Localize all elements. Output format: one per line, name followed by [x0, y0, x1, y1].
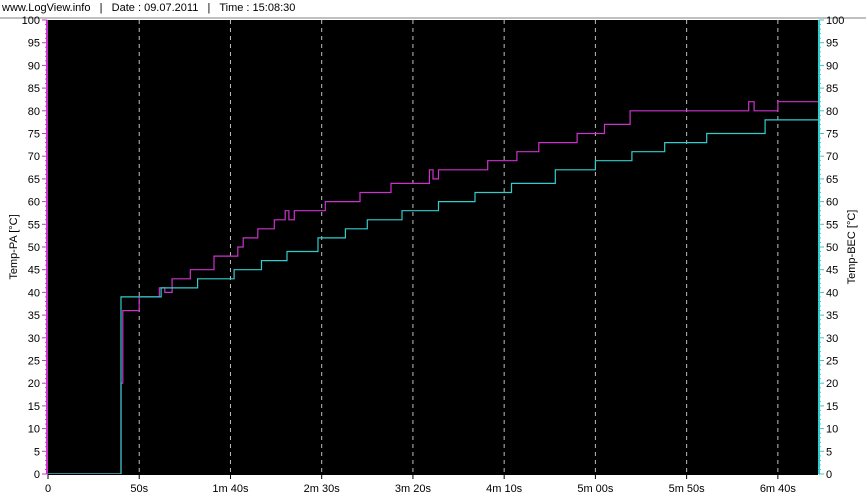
left-axis-title: Temp-PA [°C] [8, 214, 20, 279]
left-y-tick-label: 20 [28, 378, 40, 390]
right-y-tick-label: 90 [826, 60, 838, 72]
right-y-tick-label: 50 [826, 242, 838, 254]
left-y-tick-label: 55 [28, 219, 40, 231]
plot-area [48, 20, 818, 474]
right-y-tick-label: 25 [826, 356, 838, 368]
right-y-tick-label: 60 [826, 197, 838, 209]
right-y-tick-label: 30 [826, 333, 838, 345]
x-tick-label: 0 [45, 483, 51, 495]
left-y-tick-label: 95 [28, 38, 40, 50]
right-y-tick-label: 65 [826, 174, 838, 186]
right-y-tick-label: 0 [826, 469, 832, 481]
left-y-tick-label: 65 [28, 174, 40, 186]
right-y-tick-label: 5 [826, 446, 832, 458]
right-y-tick-label: 55 [826, 219, 838, 231]
right-y-tick-label: 40 [826, 287, 838, 299]
right-y-tick-label: 80 [826, 106, 838, 118]
x-tick-label: 1m 40s [212, 483, 249, 495]
right-y-tick-label: 10 [826, 424, 838, 436]
left-y-tick-label: 80 [28, 106, 40, 118]
x-tick-label: 50s [130, 483, 148, 495]
left-y-tick-label: 10 [28, 424, 40, 436]
left-y-tick-label: 15 [28, 401, 40, 413]
right-y-tick-label: 20 [826, 378, 838, 390]
right-y-tick-label: 35 [826, 310, 838, 322]
left-y-tick-label: 60 [28, 197, 40, 209]
left-y-tick-label: 0 [34, 469, 40, 481]
x-tick-label: 2m 30s [304, 483, 341, 495]
right-y-tick-label: 75 [826, 129, 838, 141]
left-y-tick-label: 50 [28, 242, 40, 254]
right-y-tick-label: 85 [826, 83, 838, 95]
left-y-tick-label: 100 [22, 15, 40, 27]
x-tick-label: 4m 10s [486, 483, 523, 495]
plot-svg: 0 50s 1m 40s 2m 30s 3m 20s 4m 10s 5m 00s 5m 50s… [0, 15, 866, 495]
left-y-tick-label: 75 [28, 129, 40, 141]
logview-chart: www.LogView.info | Date : 09.07.2011 | T… [0, 0, 866, 500]
left-y-tick-label: 5 [34, 446, 40, 458]
right-y-tick-label: 100 [826, 15, 844, 27]
left-y-tick-label: 70 [28, 151, 40, 163]
left-y-tick-label: 90 [28, 60, 40, 72]
left-y-tick-label: 25 [28, 356, 40, 368]
left-y-tick-label: 35 [28, 310, 40, 322]
right-axis-title: Temp-BEC [°C] [846, 210, 858, 285]
left-y-tick-label: 40 [28, 287, 40, 299]
x-tick-label: 5m 00s [577, 483, 614, 495]
right-y-tick-label: 15 [826, 401, 838, 413]
right-y-tick-label: 95 [826, 38, 838, 50]
left-y-tick-label: 30 [28, 333, 40, 345]
x-tick-label: 6m 40s [760, 483, 797, 495]
left-y-tick-label: 85 [28, 83, 40, 95]
left-y-tick-label: 45 [28, 265, 40, 277]
right-y-tick-label: 70 [826, 151, 838, 163]
x-tick-label: 5m 50s [669, 483, 706, 495]
right-y-tick-label: 45 [826, 265, 838, 277]
x-tick-label: 3m 20s [395, 483, 432, 495]
